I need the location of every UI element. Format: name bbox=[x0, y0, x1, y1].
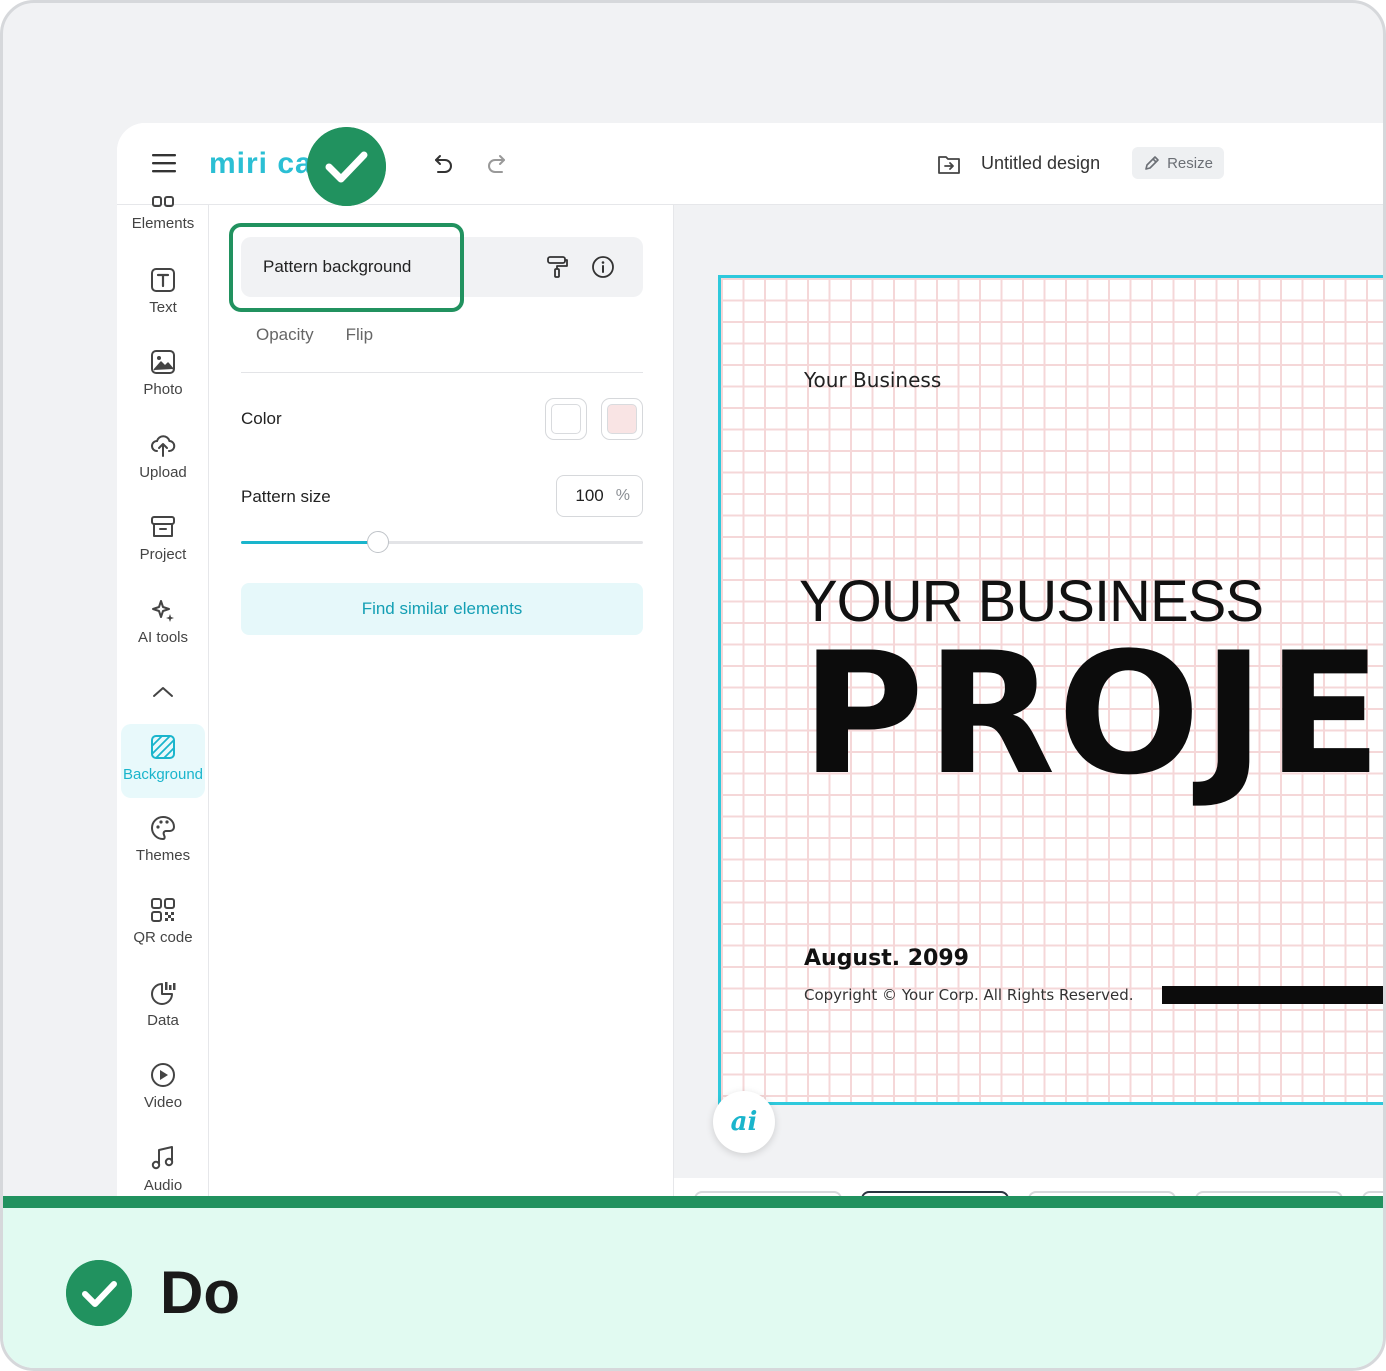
sidebar-item-label: Video bbox=[143, 1094, 183, 1111]
sidebar-item-text[interactable]: Text bbox=[121, 257, 205, 329]
sidebar-item-data[interactable]: Data bbox=[121, 970, 205, 1042]
find-similar-button[interactable]: Find similar elements bbox=[241, 583, 643, 635]
ai-assistant-button[interactable]: ai bbox=[713, 1091, 775, 1153]
upload-icon bbox=[151, 435, 176, 457]
canvas-copyright[interactable]: Copyright © Your Corp. All Rights Reserv… bbox=[804, 986, 1134, 1004]
sidebar-item-themes[interactable]: Themes bbox=[121, 805, 205, 877]
sidebar-item-qr-code[interactable]: QR code bbox=[121, 887, 205, 959]
sidebar-item-label: Project bbox=[139, 546, 187, 563]
slider-fill bbox=[241, 541, 378, 544]
sidebar-item-ai-tools[interactable]: AI tools bbox=[121, 587, 205, 659]
tab-opacity[interactable]: Opacity bbox=[256, 325, 314, 345]
sidebar-item-label: Themes bbox=[135, 847, 191, 864]
redo-icon[interactable] bbox=[485, 151, 511, 177]
folder-icon[interactable] bbox=[937, 153, 961, 175]
swatch-fill bbox=[551, 404, 581, 434]
check-circle-icon bbox=[66, 1260, 132, 1326]
highlight-box bbox=[229, 223, 464, 312]
canvas-big-text[interactable]: PROJEC bbox=[801, 630, 1383, 798]
slider-thumb[interactable] bbox=[366, 531, 389, 553]
themes-icon bbox=[151, 815, 176, 841]
sidebar-item-label: QR code bbox=[133, 929, 193, 946]
document-title[interactable]: Untitled design bbox=[981, 153, 1100, 174]
design-canvas[interactable]: Your Business YOUR BUSINESS PROJEC Augus… bbox=[718, 275, 1383, 1105]
sidebar-item-project[interactable]: Project bbox=[121, 504, 205, 576]
collapse-chevron-icon[interactable] bbox=[151, 683, 175, 701]
project-icon bbox=[151, 516, 175, 537]
pattern-size-label: Pattern size bbox=[241, 487, 331, 506]
sidebar-item-label: Text bbox=[149, 299, 177, 316]
sidebar-item-label: Audio bbox=[143, 1177, 183, 1194]
elements-icon bbox=[152, 196, 174, 207]
undo-icon[interactable] bbox=[429, 151, 455, 177]
canvas-date[interactable]: August. 2099 bbox=[804, 946, 969, 971]
sidebar-item-label: Photo bbox=[143, 381, 183, 398]
resize-button[interactable]: Resize bbox=[1132, 147, 1224, 179]
menu-icon[interactable] bbox=[151, 151, 177, 175]
sidebar-item-label: Elements bbox=[131, 215, 195, 232]
canvas-small-heading[interactable]: Your Business bbox=[804, 368, 941, 392]
sidebar-item-label: Data bbox=[147, 1012, 179, 1029]
footer-label: Do bbox=[160, 1259, 240, 1326]
properties-panel: Pattern background Opacity Flip Color Pa… bbox=[209, 205, 674, 1203]
swatch-fill bbox=[607, 404, 637, 434]
sidebar-item-label: Background bbox=[122, 766, 204, 783]
data-icon bbox=[151, 982, 176, 1005]
color-label: Color bbox=[241, 409, 282, 428]
sidebar-item-background[interactable]: Background bbox=[121, 724, 205, 798]
sidebar-item-label: AI tools bbox=[137, 629, 189, 646]
info-icon[interactable] bbox=[591, 255, 615, 279]
pattern-size-input[interactable]: 100 % bbox=[556, 475, 643, 517]
sidebar-item-photo[interactable]: Photo bbox=[121, 339, 205, 411]
resize-label: Resize bbox=[1167, 154, 1213, 172]
photo-icon bbox=[151, 350, 175, 374]
check-badge-icon bbox=[307, 127, 386, 206]
tab-flip[interactable]: Flip bbox=[346, 325, 373, 345]
pencil-icon bbox=[1145, 156, 1159, 170]
example-frame: miri ca Untitled design Resize Elements … bbox=[0, 0, 1386, 1371]
pattern-size-slider[interactable] bbox=[241, 531, 643, 553]
sidebar: Elements Text Photo Upload Project AI to… bbox=[117, 196, 209, 1203]
video-icon bbox=[151, 1063, 175, 1087]
qr-code-icon bbox=[151, 898, 175, 922]
footer-divider bbox=[3, 1196, 1383, 1208]
sidebar-item-elements[interactable]: Elements bbox=[121, 193, 205, 239]
sidebar-item-label: Upload bbox=[139, 464, 187, 481]
paint-roller-icon[interactable] bbox=[545, 255, 569, 279]
background-icon bbox=[151, 735, 175, 759]
audio-icon bbox=[151, 1146, 174, 1170]
ai-tools-icon bbox=[152, 600, 174, 622]
footer: Do bbox=[3, 1208, 1383, 1368]
color-swatch-white[interactable] bbox=[545, 398, 587, 440]
text-icon bbox=[151, 268, 175, 292]
color-swatch-pink[interactable] bbox=[601, 398, 643, 440]
canvas-workspace: Your Business YOUR BUSINESS PROJEC Augus… bbox=[674, 205, 1383, 1178]
pattern-size-value: 100 bbox=[575, 486, 604, 505]
sidebar-item-audio[interactable]: Audio bbox=[121, 1135, 205, 1203]
sidebar-item-video[interactable]: Video bbox=[121, 1052, 205, 1124]
app-logo: miri ca bbox=[209, 147, 313, 180]
divider bbox=[241, 372, 643, 373]
panel-tabs: Opacity Flip bbox=[256, 325, 373, 345]
sidebar-item-upload[interactable]: Upload bbox=[121, 422, 205, 494]
pattern-size-unit: % bbox=[615, 487, 630, 504]
canvas-black-bar[interactable] bbox=[1162, 986, 1383, 1004]
